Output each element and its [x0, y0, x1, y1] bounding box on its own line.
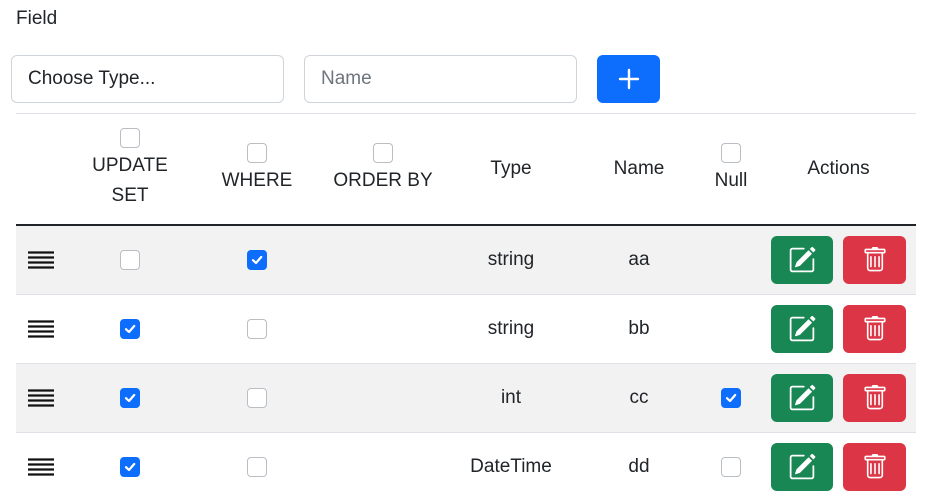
update-set-cell — [80, 295, 180, 363]
edit-button[interactable] — [771, 305, 833, 353]
where-cell — [207, 226, 307, 294]
table-row: int cc — [16, 364, 916, 433]
edit-button[interactable] — [771, 374, 833, 422]
delete-button[interactable] — [843, 305, 906, 353]
header-order-by-checkbox[interactable] — [373, 142, 393, 163]
null-checkbox[interactable] — [721, 457, 741, 477]
edit-button[interactable] — [771, 236, 833, 284]
name-cell: aa — [628, 249, 650, 270]
trash-icon — [863, 454, 886, 479]
where-checkbox[interactable] — [247, 388, 267, 408]
add-field-button[interactable] — [597, 55, 660, 103]
where-cell — [207, 295, 307, 363]
type-select-value: Choose Type... — [28, 68, 156, 89]
name-input[interactable] — [304, 55, 577, 103]
name-cell: bb — [628, 318, 650, 339]
type-select[interactable]: Choose Type... — [11, 55, 284, 103]
header-name: Name — [589, 114, 689, 224]
null-cell — [706, 433, 756, 501]
update-set-cell — [80, 364, 180, 432]
update-set-cell — [80, 226, 180, 294]
type-cell: string — [487, 249, 535, 270]
where-cell — [207, 364, 307, 432]
drag-handle-icon — [28, 389, 54, 407]
plus-icon — [618, 68, 639, 90]
drag-handle[interactable] — [16, 433, 66, 501]
header-actions: Actions — [771, 114, 906, 224]
drag-handle[interactable] — [16, 364, 66, 432]
header-update-set: UPDATE SET — [80, 114, 180, 224]
drag-handle[interactable] — [16, 295, 66, 363]
header-order-by: ORDER BY — [328, 114, 438, 224]
header-null: Null — [706, 114, 756, 224]
where-checkbox[interactable] — [247, 319, 267, 339]
update-set-checkbox[interactable] — [120, 319, 140, 339]
header-where-checkbox[interactable] — [247, 142, 267, 163]
header-name-label: Name — [613, 158, 665, 179]
where-cell — [207, 433, 307, 501]
null-cell — [706, 226, 756, 294]
where-checkbox[interactable] — [247, 250, 267, 270]
null-checkbox[interactable] — [721, 388, 741, 408]
header-type-label: Type — [490, 158, 532, 179]
trash-icon — [863, 247, 886, 272]
header-update-set-checkbox[interactable] — [120, 127, 140, 148]
update-set-cell — [80, 433, 180, 501]
header-where-label: WHERE — [221, 169, 293, 191]
trash-icon — [863, 385, 886, 410]
drag-handle-icon — [28, 251, 54, 269]
type-cell: DateTime — [470, 456, 552, 477]
delete-button[interactable] — [843, 374, 906, 422]
trash-icon — [863, 316, 886, 341]
update-set-checkbox[interactable] — [120, 250, 140, 270]
name-cell: cc — [629, 387, 649, 408]
table-row: DateTime dd — [16, 433, 916, 501]
drag-handle-icon — [28, 320, 54, 338]
edit-icon — [789, 246, 816, 273]
table-row: string bb — [16, 295, 916, 364]
header-type: Type — [461, 114, 561, 224]
delete-button[interactable] — [843, 236, 906, 284]
edit-icon — [789, 384, 816, 411]
edit-icon — [789, 315, 816, 342]
update-set-checkbox[interactable] — [120, 457, 140, 477]
update-set-checkbox[interactable] — [120, 388, 140, 408]
type-cell: int — [500, 387, 522, 408]
null-cell — [706, 295, 756, 363]
header-update-set-label: UPDATE SET — [92, 154, 168, 206]
where-checkbox[interactable] — [247, 457, 267, 477]
null-cell — [706, 364, 756, 432]
header-null-label: Null — [714, 169, 748, 191]
drag-handle[interactable] — [16, 226, 66, 294]
delete-button[interactable] — [843, 443, 906, 491]
drag-handle-icon — [28, 458, 54, 476]
type-cell: string — [487, 318, 535, 339]
field-label: Field — [16, 8, 58, 29]
edit-icon — [789, 453, 816, 480]
header-order-by-label: ORDER BY — [333, 169, 433, 191]
edit-button[interactable] — [771, 443, 833, 491]
header-where: WHERE — [207, 114, 307, 224]
table-row: string aa — [16, 226, 916, 295]
name-cell: dd — [628, 456, 650, 477]
header-null-checkbox[interactable] — [721, 142, 741, 163]
header-actions-label: Actions — [807, 158, 870, 179]
